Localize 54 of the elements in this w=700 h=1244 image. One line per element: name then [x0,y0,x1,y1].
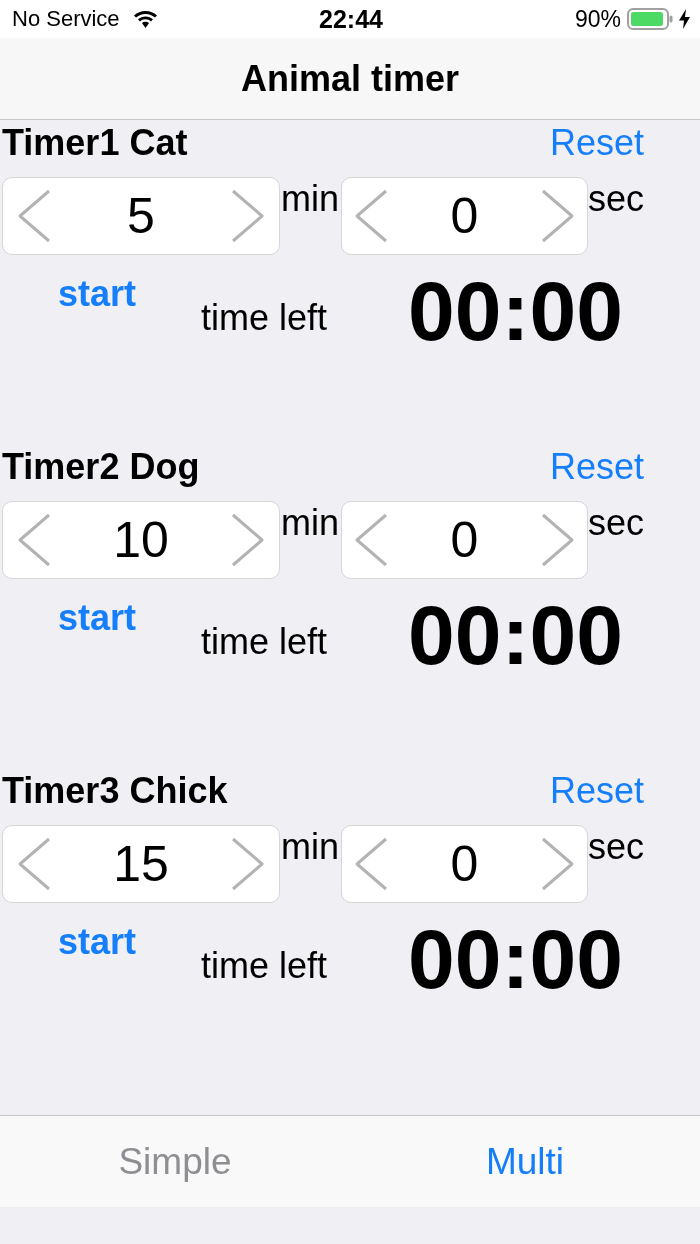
unit-label: sec [588,505,645,541]
nav-title: Animal timer [240,60,460,97]
countdown-display: 00:00 [408,593,623,677]
battery-percent: 90% [574,7,621,31]
stepper-value: 10 [113,515,169,565]
reset-button[interactable]: Reset [549,125,644,161]
stepper-value: 15 [113,839,169,889]
time-left-label: time left [201,948,328,984]
chevron-right-icon[interactable] [541,513,575,567]
wifi-icon [133,10,157,28]
carrier-label: No Service [12,8,120,30]
tab[interactable]: Multi [485,1143,565,1180]
countdown-display: 00:00 [408,917,623,1001]
chevron-left-icon[interactable] [17,513,51,567]
stepper-value: 0 [450,839,479,889]
stepper-value: 0 [450,191,479,241]
chevron-left-icon[interactable] [17,837,51,891]
timer-title: Timer1 Cat [2,125,188,161]
chevron-right-icon[interactable] [541,189,575,243]
unit-label: min [281,505,339,541]
chevron-left-icon[interactable] [17,189,51,243]
reset-button[interactable]: Reset [549,449,644,485]
stepper[interactable]: 0 [341,825,588,903]
stepper[interactable]: 0 [341,501,588,579]
start-button[interactable]: start [58,924,137,960]
timer-title: Timer2 Dog [2,449,200,485]
stepper[interactable]: 15 [2,825,280,903]
time-left-label: time left [201,624,328,660]
chevron-right-icon[interactable] [231,513,265,567]
charging-bolt-icon [679,9,690,29]
chevron-right-icon[interactable] [231,837,265,891]
clock-time: 22:44 [319,6,383,32]
stepper[interactable]: 5 [2,177,280,255]
stepper-value: 0 [450,515,479,565]
chevron-left-icon[interactable] [354,189,388,243]
start-button[interactable]: start [58,276,137,312]
chevron-left-icon[interactable] [354,837,388,891]
unit-label: sec [588,181,645,217]
start-button[interactable]: start [58,600,137,636]
tab[interactable]: Simple [118,1143,232,1180]
unit-label: sec [588,829,645,865]
chevron-right-icon[interactable] [541,837,575,891]
chevron-right-icon[interactable] [231,189,265,243]
stepper[interactable]: 10 [2,501,280,579]
time-left-label: time left [201,300,328,336]
countdown-display: 00:00 [408,269,623,353]
reset-button[interactable]: Reset [549,773,644,809]
stepper[interactable]: 0 [341,177,588,255]
unit-label: min [281,181,339,217]
unit-label: min [281,829,339,865]
chevron-left-icon[interactable] [354,513,388,567]
timer-title: Timer3 Chick [2,773,228,809]
stepper-value: 5 [127,191,155,241]
battery-icon [627,8,673,30]
